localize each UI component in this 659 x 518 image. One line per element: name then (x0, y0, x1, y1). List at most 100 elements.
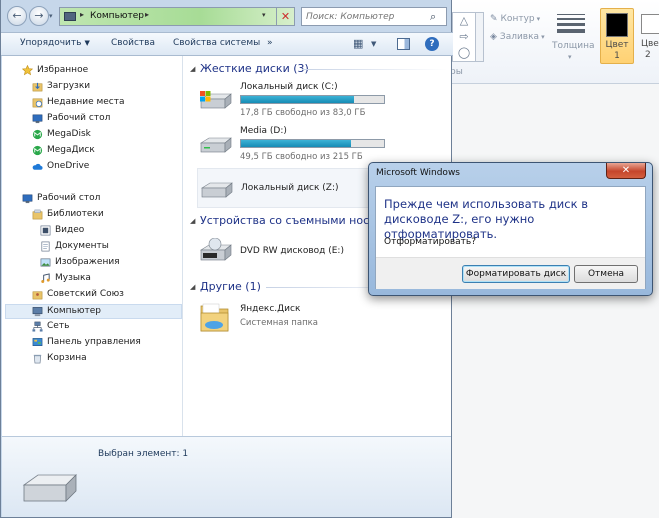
star-icon (22, 65, 33, 76)
dialog-question: Отформатировать? (384, 237, 476, 247)
chevron-down-icon: ▼ (84, 39, 90, 47)
color2-button[interactable]: Цвет 2 (639, 8, 659, 64)
command-bar: Упорядочить ▼ Свойства Свойства системы »… (1, 32, 453, 56)
documents-library-icon (41, 241, 50, 252)
recent-pages-dropdown[interactable]: ▾ (49, 12, 53, 20)
computer-icon (64, 12, 76, 21)
shapes-scroll[interactable] (476, 12, 484, 62)
drive-z[interactable]: Локальный диск (Z:) (197, 168, 387, 208)
nav-onedrive[interactable]: OneDrive (32, 160, 172, 175)
nav-libraries[interactable]: Библиотеки (32, 208, 172, 223)
nav-downloads[interactable]: Загрузки (32, 80, 172, 95)
breadcrumb-chevron-icon[interactable]: ▸ (145, 10, 149, 19)
chevron-down-icon: ▾ (568, 53, 572, 61)
nav-user-folder[interactable]: Советский Союз (32, 288, 172, 303)
desktop-icon (32, 114, 43, 124)
search-icon[interactable]: ⌕ (430, 10, 436, 24)
nav-megadisk-ru[interactable]: MegaДиск (32, 144, 172, 159)
onedrive-cloud-icon (32, 163, 43, 170)
shapes-gallery[interactable]: △ ⇨ ◯ (452, 12, 476, 62)
megadisk-icon (32, 129, 43, 140)
properties-button[interactable]: Свойства (111, 38, 155, 48)
libraries-icon (32, 209, 43, 220)
dvd-drive-icon (199, 238, 232, 261)
collapse-triangle-icon[interactable]: ◢ (190, 217, 195, 225)
nav-video[interactable]: Видео (40, 224, 172, 239)
group-hard-disks[interactable]: Жесткие диски (3) (200, 62, 309, 75)
drive-c[interactable]: Локальный диск (C:) 17,8 ГБ свободно из … (197, 80, 387, 120)
group-other[interactable]: Другие (1) (200, 280, 261, 293)
fill-dropdown[interactable]: ◈ Заливка ▾ (490, 32, 545, 42)
nav-desktop-favorite[interactable]: Рабочий стол (32, 112, 172, 127)
search-box[interactable]: ⌕ (301, 7, 447, 26)
network-icon (32, 321, 43, 332)
dialog-message: Прежде чем использовать диск в дисководе… (384, 197, 588, 241)
nav-favorites[interactable]: Избранное (22, 64, 172, 79)
hard-drive-icon (199, 137, 232, 153)
drive-c-usage-bar (240, 95, 385, 104)
nav-music[interactable]: Музыка (40, 272, 172, 287)
yandex-disk-folder-icon (200, 303, 229, 332)
hard-drive-icon (22, 474, 77, 502)
back-button[interactable]: ← (7, 6, 27, 26)
arrow-shape-icon[interactable]: ⇨ (453, 29, 475, 45)
video-library-icon (40, 225, 51, 236)
windows-drive-icon (199, 91, 232, 109)
dialog-close-button[interactable]: ✕ (606, 163, 646, 179)
item-yandex-disk[interactable]: Яндекс.Диск Системная папка (197, 298, 387, 338)
stop-icon[interactable]: ✕ (276, 8, 294, 25)
recent-places-icon (32, 98, 43, 108)
help-icon[interactable]: ? (425, 37, 439, 51)
group-removable[interactable]: Устройства со съемными носит (200, 214, 383, 227)
search-input[interactable] (306, 10, 424, 24)
images-library-icon (40, 258, 51, 267)
thickness-icon[interactable] (557, 14, 585, 34)
fill-bucket-icon: ◈ (490, 32, 497, 42)
drive-dvd[interactable]: DVD RW дисковод (E:) (197, 232, 387, 270)
cancel-button[interactable]: Отмена (574, 265, 638, 283)
organize-button[interactable]: Упорядочить ▼ (20, 38, 90, 48)
format-disk-button[interactable]: Форматировать диск (462, 265, 570, 283)
nav-network[interactable]: Сеть (32, 320, 172, 335)
preview-pane-icon[interactable] (397, 38, 410, 50)
system-properties-button[interactable]: Свойства системы (173, 38, 260, 48)
nav-megadisk[interactable]: MegaDisk (32, 128, 172, 143)
address-bar[interactable]: ▸ Компьютер ▸ ▾ ✕ (59, 7, 295, 26)
collapse-triangle-icon[interactable]: ◢ (190, 283, 195, 291)
more-commands-button[interactable]: » (267, 38, 273, 48)
nav-recycle-bin[interactable]: Корзина (32, 352, 172, 367)
color1-swatch (606, 13, 628, 37)
triangle-shape-icon[interactable]: △ (453, 13, 475, 29)
color1-button[interactable]: Цвет 1 (600, 8, 634, 64)
address-row: ← → ▾ ▸ Компьютер ▸ ▾ ✕ ⌕ (1, 0, 453, 32)
address-history-dropdown[interactable]: ▾ (262, 11, 266, 19)
nav-computer[interactable]: Компьютер (5, 304, 182, 319)
breadcrumb-computer[interactable]: Компьютер (90, 11, 144, 21)
megadisk-icon (32, 145, 43, 156)
nav-control-panel[interactable]: Панель управления (32, 336, 172, 351)
nav-documents[interactable]: Документы (40, 240, 172, 255)
nav-images[interactable]: Изображения (40, 256, 172, 271)
chevron-down-icon[interactable]: ▼ (371, 40, 376, 48)
downloads-folder-icon (32, 82, 43, 92)
navigation-pane: Избранное Загрузки Недавние места Рабочи… (2, 56, 183, 436)
arrow-right-icon: → (34, 9, 44, 22)
control-panel-icon (32, 338, 43, 346)
nav-desktop[interactable]: Рабочий стол (22, 192, 172, 207)
nav-recent-places[interactable]: Недавние места (32, 96, 172, 111)
outline-dropdown[interactable]: ✎ Контур ▾ (490, 14, 540, 24)
callout-shape-icon[interactable]: ◯ (453, 45, 475, 61)
collapse-triangle-icon[interactable]: ◢ (190, 65, 195, 73)
format-dialog: Microsoft Windows ✕ Прежде чем использов… (368, 162, 653, 296)
music-library-icon (41, 273, 50, 283)
thickness-label[interactable]: Толщина (552, 41, 594, 51)
hard-drive-icon (200, 182, 233, 198)
close-icon: ✕ (621, 165, 631, 176)
drive-d[interactable]: Media (D:) 49,5 ГБ свободно из 215 ГБ (197, 124, 387, 164)
breadcrumb-chevron-icon[interactable]: ▸ (80, 10, 84, 19)
view-options-icon[interactable]: ▦ (353, 37, 363, 50)
forward-button[interactable]: → (29, 6, 49, 26)
chevron-down-icon: ▾ (541, 33, 545, 41)
outline-icon: ✎ (490, 14, 498, 24)
desktop-icon (22, 194, 33, 204)
